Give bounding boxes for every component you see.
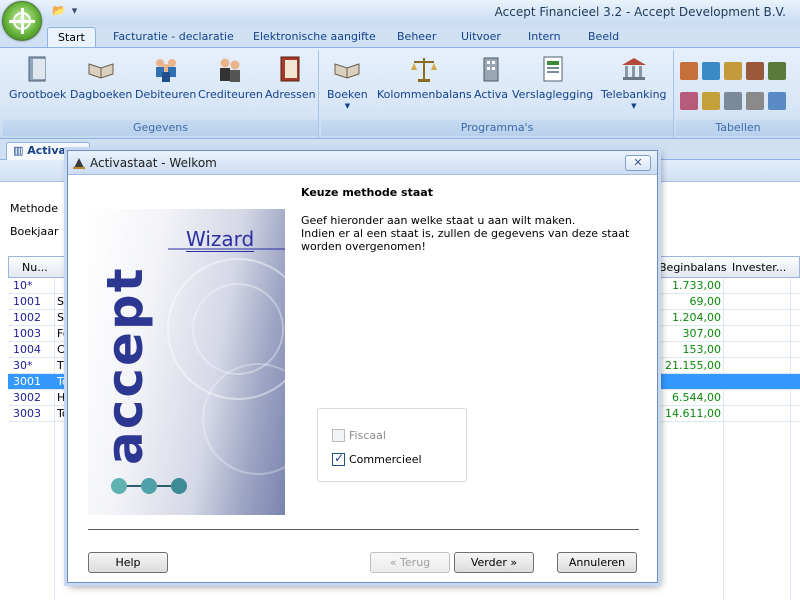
verslaglegging-button[interactable]: Verslaglegging [512, 54, 593, 101]
tab-start[interactable]: Start [47, 27, 96, 47]
dagboeken-button[interactable]: Dagboeken [70, 54, 132, 101]
checkmark-icon: ✓ [334, 451, 345, 465]
fiscaal-checkbox[interactable] [332, 429, 345, 442]
ribbon-group-gegevens: Grootboek Dagboeken Debiteuren Crediteur… [3, 50, 319, 138]
wizard-side-image: Wizard accept [88, 209, 285, 515]
group-label-gegevens: Gegevens [3, 120, 318, 136]
printer-icon[interactable] [746, 92, 764, 110]
adressen-button[interactable]: Adressen [265, 54, 316, 101]
ribbon: Grootboek Dagboeken Debiteuren Crediteur… [0, 47, 800, 139]
wizard-heading: Wizard [186, 227, 255, 252]
tab-uitvoer[interactable]: Uitvoer [451, 27, 511, 47]
step-description: Geef hieronder aan welke staat u aan wil… [301, 214, 630, 253]
column-header-beginbalans[interactable]: Beginbalans [659, 261, 727, 274]
tab-intern[interactable]: Intern [518, 27, 571, 47]
table-icon-2[interactable] [680, 92, 698, 110]
quick-access-toolbar: 📂 ▾ [52, 4, 77, 17]
crediteuren-button[interactable]: Crediteuren [198, 54, 263, 101]
fiscaal-option[interactable]: Fiscaal [332, 429, 386, 442]
building-icon [483, 57, 499, 82]
back-button[interactable]: « Terug [370, 552, 450, 573]
fiscal-year-label: Boekjaar [10, 225, 59, 238]
customize-qat-icon[interactable]: ▾ [72, 4, 78, 17]
window-title: Accept Financieel 3.2 - Accept Developme… [494, 5, 786, 19]
building-icon: ▥ [13, 144, 24, 157]
open-book-icon [88, 63, 114, 79]
boeken-button[interactable]: Boeken ▼ [327, 54, 368, 110]
settings-icon[interactable] [768, 92, 786, 110]
tab-elektronische-aangifte[interactable]: Elektronische aangifte [243, 27, 386, 47]
kolommenbalans-button[interactable]: Kolommenbalans [377, 54, 472, 101]
coins-icon[interactable] [702, 92, 720, 110]
commercieel-option[interactable]: ✓ Commercieel [332, 451, 422, 466]
report-icon [543, 56, 563, 82]
debiteuren-button[interactable]: Debiteuren [135, 54, 196, 101]
method-label: Methode [10, 202, 59, 215]
open-folder-icon[interactable]: 📂 [52, 4, 66, 17]
ledger-book-icon [28, 56, 46, 82]
accept-logo: accept [96, 266, 154, 465]
next-button[interactable]: Verder » [454, 552, 534, 573]
dialog-title-bar: Activastaat - Welkom ✕ [68, 151, 657, 175]
activastaat-dialog: Activastaat - Welkom ✕ Wizard accept Keu… [67, 150, 658, 583]
people-group-icon [155, 59, 176, 82]
column-header-number[interactable]: Nu... [22, 261, 48, 274]
column-header-investeringen[interactable]: Invester... [732, 261, 786, 274]
tab-beheer[interactable]: Beheer [387, 27, 446, 47]
help-button[interactable]: Help [88, 552, 168, 573]
globe-icon[interactable] [702, 62, 720, 80]
open-book-icon [334, 63, 360, 79]
address-book-icon [280, 56, 300, 82]
business-people-icon [220, 58, 241, 82]
close-button[interactable]: ✕ [625, 155, 651, 171]
balance-scale-icon [411, 58, 438, 82]
dialog-separator [88, 529, 639, 530]
method-choice-group: Fiscaal ✓ Commercieel [317, 408, 467, 482]
ribbon-tabbar: Start Facturatie - declaratie Elektronis… [0, 25, 800, 47]
tab-facturatie[interactable]: Facturatie - declaratie [103, 27, 244, 47]
telebanking-button[interactable]: Telebanking ▼ [601, 54, 667, 110]
commercieel-checkbox[interactable]: ✓ [332, 451, 345, 466]
wizard-hat-icon [73, 158, 85, 169]
group-label-programmas: Programma's [321, 120, 673, 136]
dropdown-arrow-icon: ▼ [631, 102, 637, 110]
users-icon[interactable] [768, 62, 786, 80]
title-bar: 📂 ▾ Accept Financieel 3.2 - Accept Devel… [0, 0, 800, 25]
table-icon-1[interactable] [680, 62, 698, 80]
people-icon[interactable] [746, 62, 764, 80]
close-icon: ✕ [633, 156, 643, 169]
cancel-button[interactable]: Annuleren [557, 552, 637, 573]
tab-beeld[interactable]: Beeld [578, 27, 629, 47]
dropdown-arrow-icon: ▼ [344, 102, 351, 110]
step-heading: Keuze methode staat [301, 186, 433, 199]
dialog-title: Activastaat - Welkom [90, 156, 217, 170]
tools-icon[interactable] [724, 92, 742, 110]
application-menu-button[interactable] [2, 1, 42, 41]
ribbon-group-tabellen: Tabellen [676, 50, 800, 138]
grootboek-button[interactable]: Grootboek [9, 54, 66, 101]
ribbon-group-programmas: Boeken ▼ Kolommenbalans Activa Verslagle… [321, 50, 674, 138]
bank-icon [621, 58, 646, 80]
group-label-tabellen: Tabellen [676, 120, 800, 136]
activa-button[interactable]: Activa [474, 54, 508, 101]
person-icon[interactable] [724, 62, 742, 80]
